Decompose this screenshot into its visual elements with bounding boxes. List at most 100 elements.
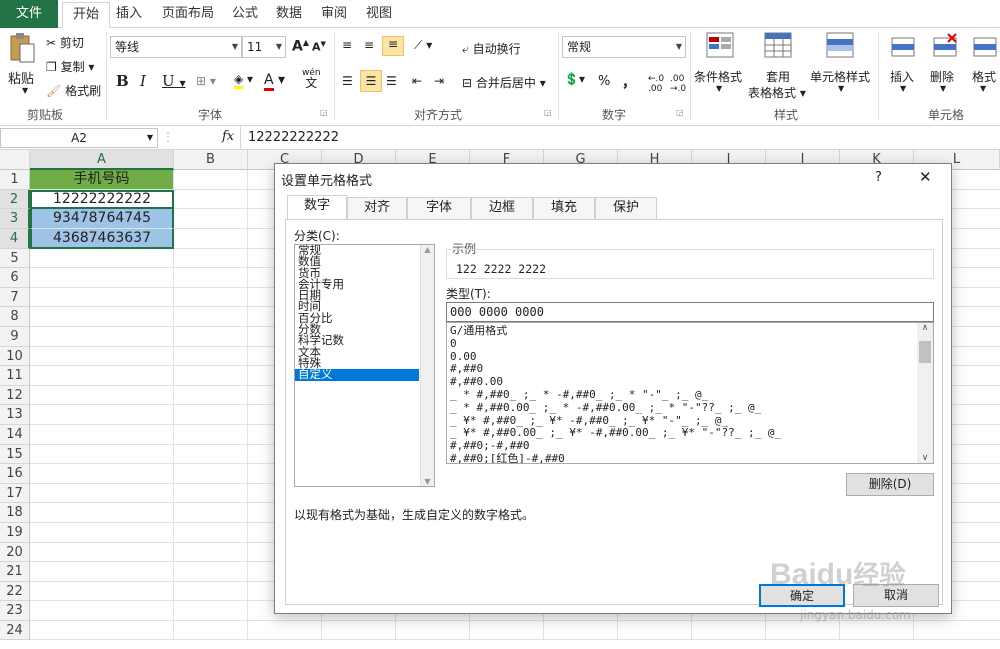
- increase-indent-icon[interactable]: ⇥: [434, 74, 444, 88]
- format-item[interactable]: #,##0;-#,##0: [447, 440, 915, 453]
- row-header[interactable]: 9: [0, 327, 30, 347]
- col-header-a[interactable]: A: [30, 150, 174, 170]
- insert-dropdown-icon[interactable]: ▼: [900, 84, 906, 93]
- format-item[interactable]: 0.00: [447, 351, 915, 364]
- category-scrollbar[interactable]: ▲ ▼: [420, 245, 434, 486]
- cell-styles-dropdown-icon[interactable]: ▼: [838, 84, 844, 93]
- row-header[interactable]: 5: [0, 249, 30, 268]
- conditional-format-button[interactable]: 条件格式: [694, 68, 742, 85]
- border-icon[interactable]: ⊞ ▾: [196, 74, 216, 88]
- number-format-select[interactable]: 常规 ▼: [562, 36, 686, 58]
- row-header[interactable]: 8: [0, 307, 30, 327]
- cell-styles-button[interactable]: 单元格样式: [810, 68, 870, 85]
- tab-protection[interactable]: 保护: [595, 197, 657, 219]
- row-header[interactable]: 11: [0, 366, 30, 386]
- format-scrollbar[interactable]: ∧ ∨: [917, 323, 933, 463]
- dialog-launcher-icon[interactable]: ◲: [320, 108, 328, 117]
- copy-button[interactable]: ❐ 复制 ▾: [46, 58, 94, 75]
- tab-fill[interactable]: 填充: [533, 197, 595, 219]
- underline-button[interactable]: U ▼: [162, 72, 186, 90]
- dialog-launcher-icon[interactable]: ◲: [676, 108, 684, 117]
- insert-cells-button[interactable]: 插入: [890, 68, 914, 85]
- row-header[interactable]: 6: [0, 268, 30, 288]
- align-left-icon[interactable]: ☰: [342, 74, 353, 88]
- align-bottom-icon[interactable]: ≡: [382, 36, 404, 56]
- align-right-icon[interactable]: ☰: [386, 74, 397, 88]
- row-header[interactable]: 21: [0, 562, 30, 582]
- row-header[interactable]: 1: [0, 170, 30, 190]
- row-header[interactable]: 2: [0, 190, 30, 209]
- col-header-b[interactable]: B: [174, 150, 248, 170]
- paste-icon[interactable]: [8, 32, 36, 63]
- cell-styles-icon[interactable]: [826, 32, 854, 60]
- delete-format-button[interactable]: 删除(D): [846, 473, 934, 496]
- format-dropdown-icon[interactable]: ▼: [980, 84, 986, 93]
- select-all-corner[interactable]: [0, 150, 30, 170]
- fill-color-icon[interactable]: ◈ ▾: [234, 72, 253, 89]
- tab-formulas[interactable]: 公式: [222, 2, 268, 28]
- row-header[interactable]: 4: [0, 229, 30, 249]
- tab-alignment[interactable]: 对齐: [347, 197, 407, 219]
- merge-center-button[interactable]: ⊟ 合并后居中 ▾: [462, 74, 546, 91]
- format-as-table-icon[interactable]: [764, 32, 792, 60]
- increase-font-icon[interactable]: A▲: [292, 38, 309, 55]
- format-item[interactable]: #,##0;[红色]-#,##0: [447, 453, 915, 463]
- close-icon[interactable]: ✕: [919, 168, 932, 186]
- row-header[interactable]: 16: [0, 464, 30, 484]
- row-header[interactable]: 7: [0, 288, 30, 307]
- format-list[interactable]: G/通用格式 0 0.00 #,##0 #,##0.00 _ * #,##0_ ;_ * …: [446, 322, 934, 464]
- phonetic-icon[interactable]: wén 文: [302, 68, 321, 89]
- conditional-dropdown-icon[interactable]: ▼: [716, 84, 722, 93]
- increase-decimal-icon[interactable]: ←.0.00: [648, 74, 664, 94]
- cut-button[interactable]: ✂ 剪切: [46, 34, 84, 51]
- name-box[interactable]: A2 ▼: [0, 128, 158, 148]
- format-item[interactable]: #,##0.00: [447, 376, 915, 389]
- cell-a1[interactable]: 手机号码: [30, 170, 174, 190]
- align-top-icon[interactable]: ≡: [342, 38, 352, 52]
- row-header[interactable]: 12: [0, 386, 30, 405]
- row-header[interactable]: 13: [0, 405, 30, 425]
- format-as-table-button[interactable]: 表格格式 ▾: [748, 84, 806, 101]
- format-item[interactable]: 0: [447, 338, 915, 351]
- tab-font[interactable]: 字体: [407, 197, 471, 219]
- dialog-launcher-icon[interactable]: ◲: [544, 108, 552, 117]
- comma-button[interactable]: ，: [622, 72, 636, 92]
- cell-a2[interactable]: 12222222222: [30, 190, 174, 209]
- delete-cells-icon[interactable]: [930, 32, 958, 60]
- scroll-up-icon[interactable]: ∧: [917, 323, 933, 333]
- paste-button[interactable]: 粘贴: [8, 68, 34, 87]
- tab-number[interactable]: 数字: [287, 195, 347, 219]
- font-name-select[interactable]: 等线 ▼: [110, 36, 242, 58]
- bold-button[interactable]: B: [116, 72, 129, 90]
- percent-button[interactable]: %: [598, 74, 610, 89]
- insert-function-button[interactable]: fx: [222, 129, 234, 144]
- format-item[interactable]: _ * #,##0.00_ ;_ * -#,##0.00_ ;_ * "-"??…: [447, 402, 915, 415]
- tab-home[interactable]: 开始: [62, 2, 111, 28]
- row-header[interactable]: 23: [0, 601, 30, 621]
- row-header[interactable]: 3: [0, 209, 30, 229]
- formula-input[interactable]: 12222222222: [248, 130, 339, 145]
- insert-cells-icon[interactable]: [888, 32, 916, 60]
- delete-cells-button[interactable]: 删除: [930, 68, 954, 85]
- tab-insert[interactable]: 插入: [106, 2, 152, 28]
- italic-button[interactable]: I: [140, 72, 146, 90]
- row-header[interactable]: 22: [0, 582, 30, 601]
- decrease-decimal-icon[interactable]: .00 →.0: [670, 74, 686, 94]
- help-button[interactable]: ?: [875, 170, 882, 185]
- scroll-thumb[interactable]: [919, 341, 931, 363]
- tab-view[interactable]: 视图: [356, 2, 402, 28]
- cell-a4[interactable]: 43687463637: [30, 229, 174, 249]
- type-input[interactable]: 000 0000 0000: [446, 302, 934, 322]
- currency-icon[interactable]: 💲▾: [564, 72, 585, 86]
- row-header[interactable]: 17: [0, 484, 30, 503]
- tab-review[interactable]: 审阅: [311, 2, 357, 28]
- format-as-table-label[interactable]: 套用: [766, 68, 790, 85]
- row-header[interactable]: 24: [0, 621, 30, 640]
- row-header[interactable]: 19: [0, 523, 30, 543]
- category-item[interactable]: 自定义: [295, 368, 419, 381]
- row-header[interactable]: 15: [0, 445, 30, 464]
- align-center-icon[interactable]: ☰: [360, 70, 382, 92]
- tab-border[interactable]: 边框: [471, 197, 533, 219]
- font-size-select[interactable]: 11 ▼: [242, 36, 286, 58]
- cell-a3[interactable]: 93478764745: [30, 209, 174, 229]
